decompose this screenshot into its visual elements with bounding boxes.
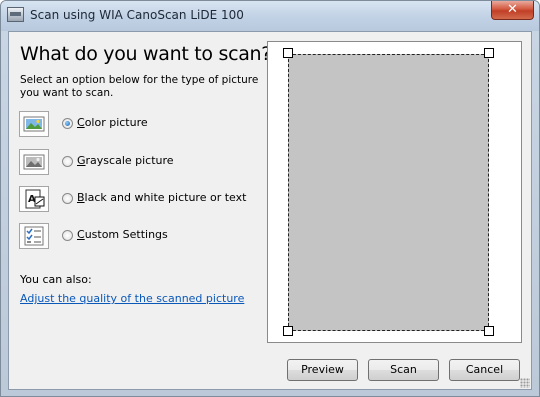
custom-settings-icon[interactable] (19, 223, 49, 249)
custom-settings-radio[interactable] (62, 230, 73, 241)
dialog-content: What do you want to scan? Select an opti… (8, 31, 532, 390)
scan-button-label: Scan (390, 363, 417, 376)
option-label[interactable]: Color picture (77, 116, 148, 129)
cancel-button-label: Cancel (465, 363, 504, 376)
crop-handle-top-right[interactable] (484, 48, 494, 58)
adjust-quality-link[interactable]: Adjust the quality of the scanned pictur… (20, 292, 244, 305)
color-picture-icon[interactable] (19, 111, 49, 137)
color-picture-radio[interactable] (62, 118, 73, 129)
cancel-button[interactable]: Cancel (449, 359, 520, 381)
scanner-app-icon (7, 7, 24, 22)
also-label: You can also: (20, 273, 92, 286)
instructions-text: Select an option below for the type of p… (20, 74, 259, 99)
scan-dialog-window: Scan using WIA CanoScan LiDE 100 ✕ What … (0, 0, 540, 397)
window-title: Scan using WIA CanoScan LiDE 100 (30, 8, 244, 22)
option-label[interactable]: Grayscale picture (77, 154, 174, 167)
crop-handle-top-left[interactable] (283, 48, 293, 58)
option-black-white[interactable]: A Black and white picture or text (19, 186, 259, 214)
option-custom-settings[interactable]: Custom Settings (19, 223, 259, 251)
page-title: What do you want to scan? (20, 43, 272, 65)
option-label[interactable]: Custom Settings (77, 228, 168, 241)
scan-region[interactable] (288, 54, 489, 331)
preview-button-label: Preview (301, 363, 344, 376)
scan-preview-pane (267, 41, 522, 343)
grayscale-picture-icon[interactable] (19, 149, 49, 175)
resize-grip[interactable] (520, 378, 530, 388)
crop-handle-bottom-left[interactable] (283, 326, 293, 336)
black-white-text-icon[interactable]: A (19, 186, 49, 212)
option-color-picture[interactable]: Color picture (19, 111, 259, 139)
title-bar[interactable]: Scan using WIA CanoScan LiDE 100 ✕ (1, 1, 539, 31)
option-grayscale-picture[interactable]: Grayscale picture (19, 149, 259, 177)
crop-handle-bottom-right[interactable] (484, 326, 494, 336)
scan-button[interactable]: Scan (368, 359, 439, 381)
preview-button[interactable]: Preview (287, 359, 358, 381)
black-white-radio[interactable] (62, 193, 73, 204)
close-button[interactable]: ✕ (491, 1, 534, 20)
option-label[interactable]: Black and white picture or text (77, 191, 246, 204)
grayscale-picture-radio[interactable] (62, 156, 73, 167)
